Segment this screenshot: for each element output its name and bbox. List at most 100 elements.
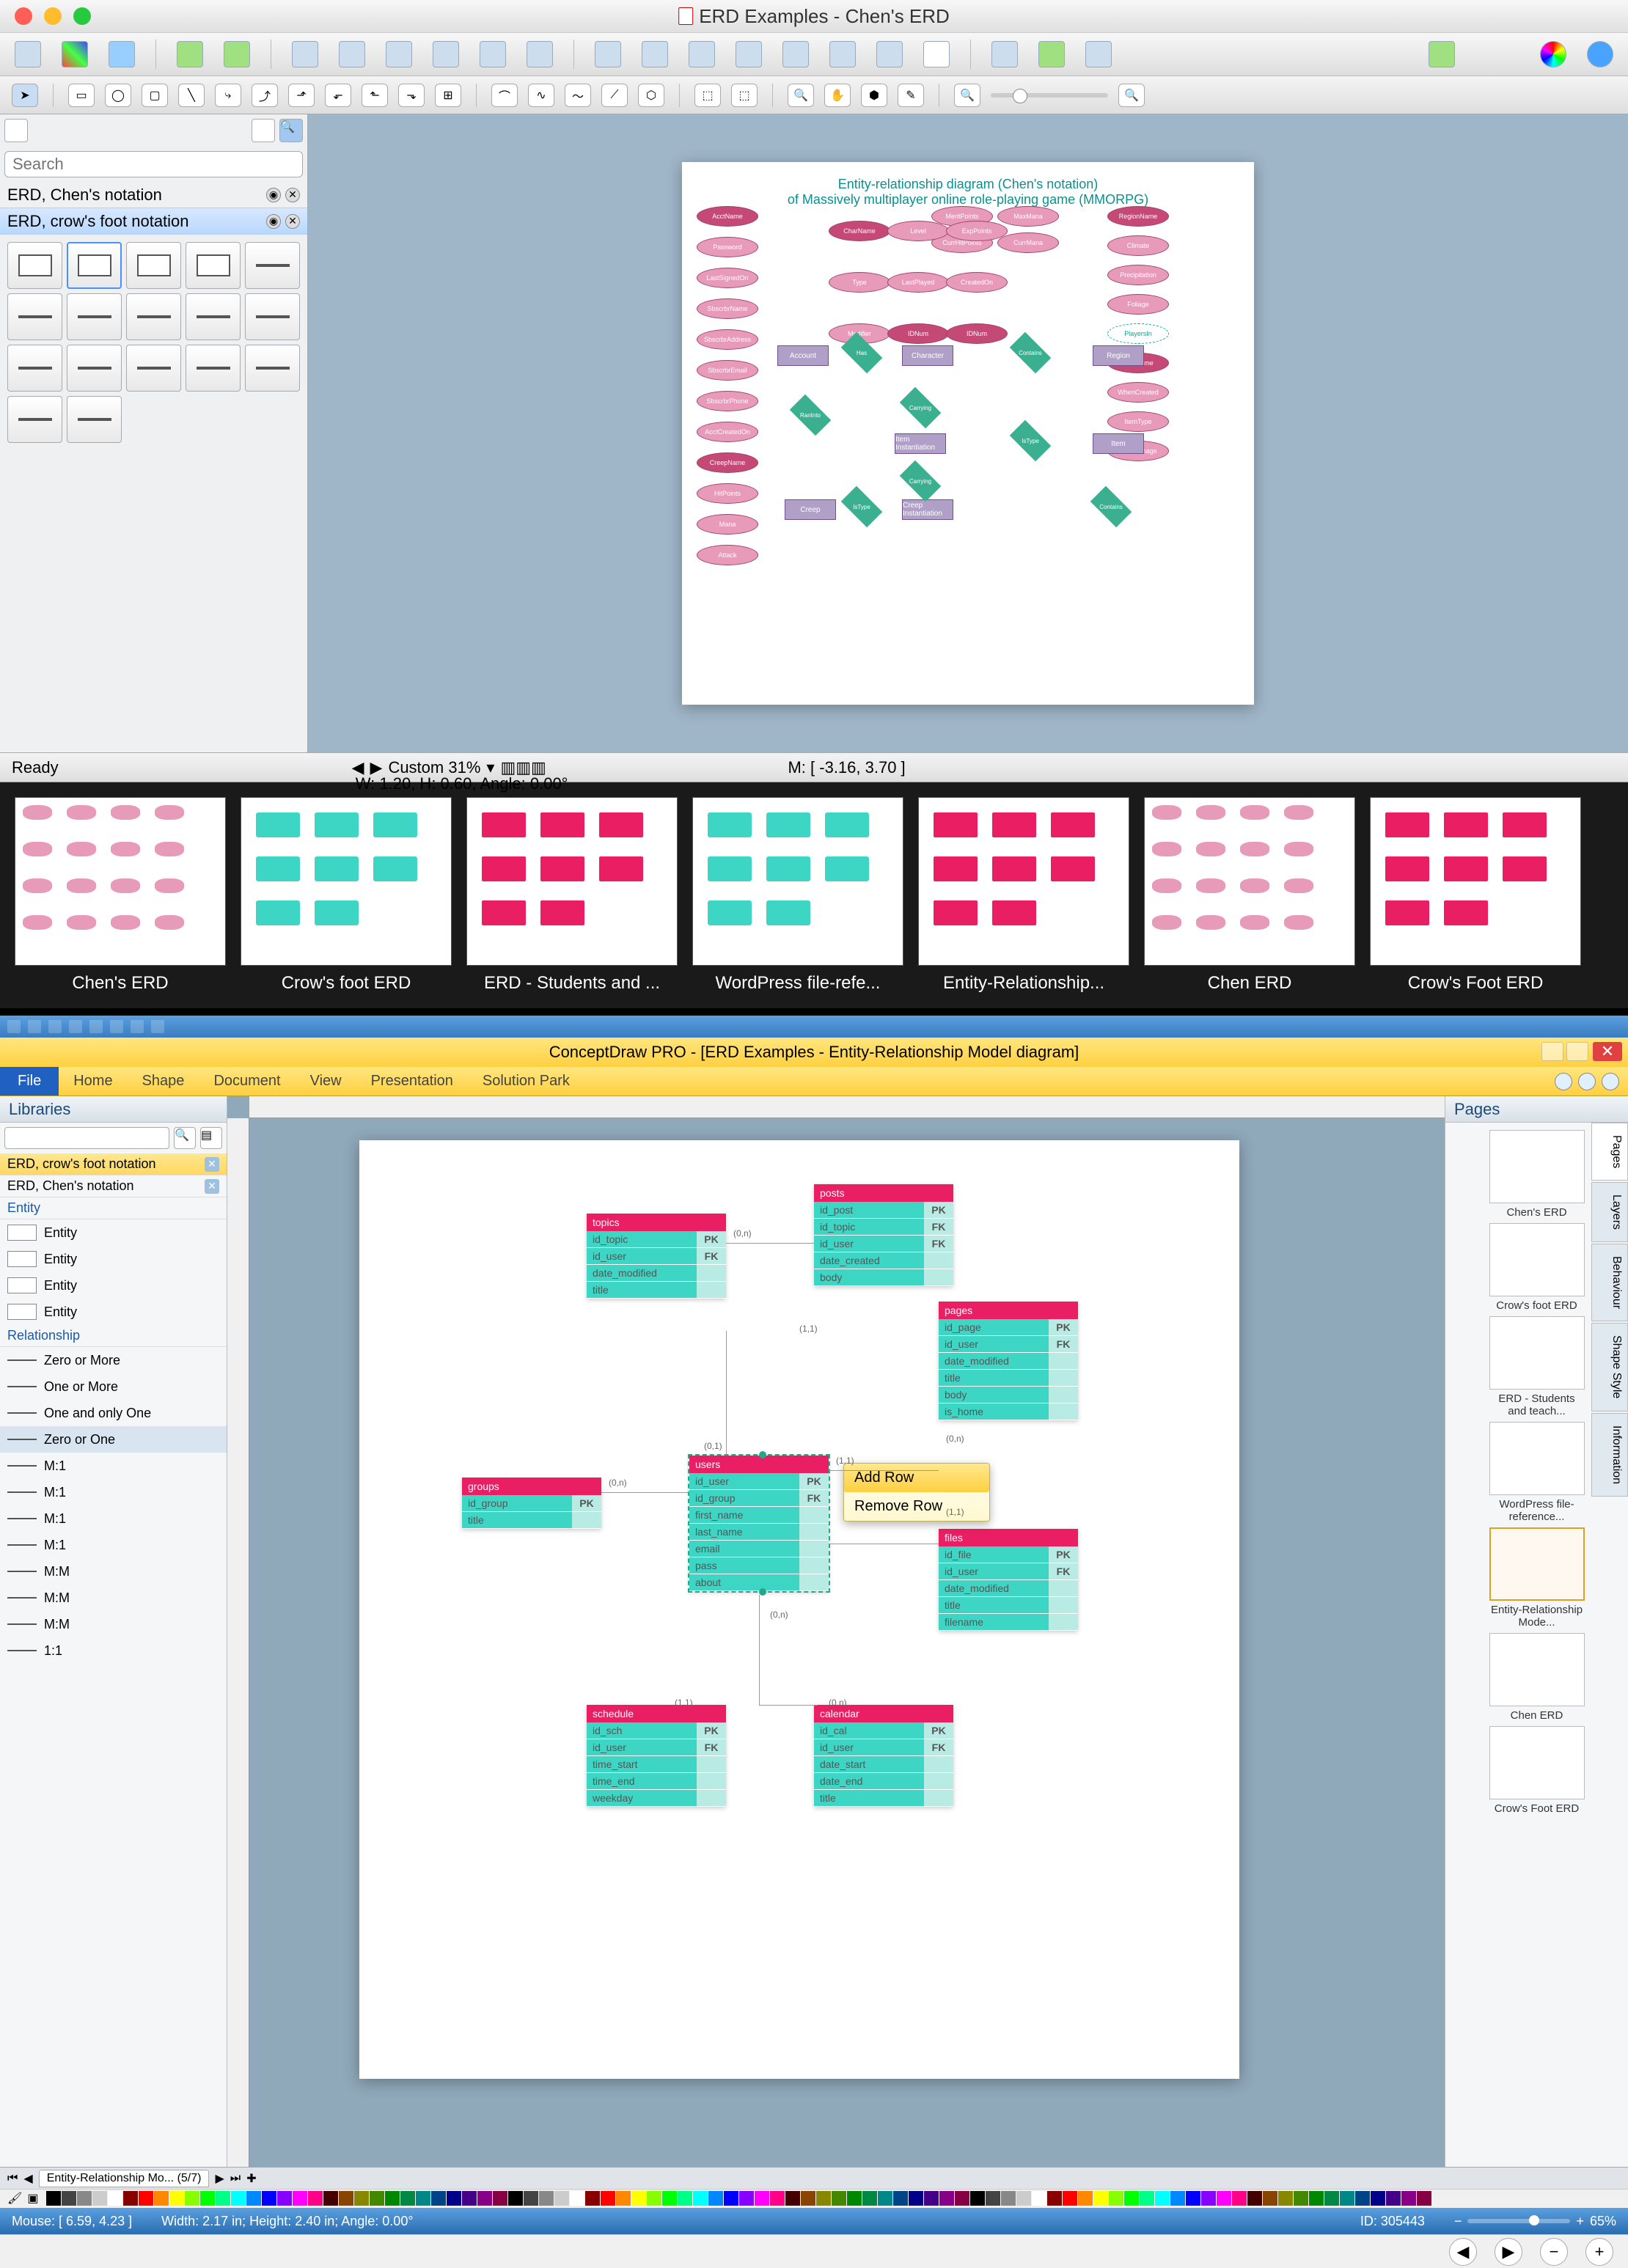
color-swatch[interactable] xyxy=(847,2191,862,2206)
save-icon[interactable] xyxy=(28,1020,41,1033)
color-swatch[interactable] xyxy=(785,2191,800,2206)
vertical-tab[interactable]: Pages xyxy=(1591,1123,1628,1181)
align-icon[interactable] xyxy=(527,41,553,67)
close-button[interactable] xyxy=(15,7,32,25)
info-icon[interactable] xyxy=(1602,1073,1619,1090)
color-swatch[interactable] xyxy=(939,2191,954,2206)
color-swatch[interactable] xyxy=(1124,2191,1139,2206)
color-swatch[interactable] xyxy=(1155,2191,1170,2206)
erd-attribute[interactable]: LastSignedOn xyxy=(697,268,758,288)
page-thumbnail[interactable]: WordPress file-reference... xyxy=(1489,1422,1585,1523)
remove-button[interactable]: − xyxy=(1540,2238,1568,2266)
prev-button[interactable]: ◀ xyxy=(1449,2238,1477,2266)
color-swatch[interactable] xyxy=(755,2191,769,2206)
tab-add-icon[interactable]: ✚ xyxy=(246,2171,256,2186)
search-input[interactable] xyxy=(4,151,303,177)
color-swatch[interactable] xyxy=(354,2191,369,2206)
color-swatch[interactable] xyxy=(262,2191,276,2206)
stamp-tool[interactable]: ⬢ xyxy=(861,84,887,107)
color-swatch[interactable] xyxy=(139,2191,153,2206)
vertical-tab[interactable]: Shape Style xyxy=(1591,1323,1628,1411)
erd-attribute[interactable]: MaxMana xyxy=(997,206,1059,227)
color-swatch[interactable] xyxy=(601,2191,615,2206)
color-swatch[interactable] xyxy=(554,2191,569,2206)
color-swatch[interactable] xyxy=(1078,2191,1093,2206)
erd-attribute[interactable]: SbscrbrAddress xyxy=(697,329,758,350)
category-header[interactable]: Relationship xyxy=(0,1325,227,1347)
erd-attribute[interactable]: IDNum xyxy=(946,323,1008,344)
color-swatch[interactable] xyxy=(770,2191,785,2206)
erd-relationship[interactable]: RanInto xyxy=(790,394,832,436)
shape-item[interactable]: Entity xyxy=(0,1299,227,1325)
align-icon[interactable] xyxy=(386,41,412,67)
filter-icon[interactable]: ▤ xyxy=(200,1127,222,1149)
align-icon[interactable] xyxy=(292,41,318,67)
page-thumbnail[interactable]: Entity-Relationship Mode... xyxy=(1489,1527,1585,1629)
align-icon[interactable] xyxy=(339,41,365,67)
ribbon-tab[interactable]: View xyxy=(296,1067,356,1096)
erd-attribute[interactable]: SbscrbrEmail xyxy=(697,360,758,381)
shape-thumb[interactable] xyxy=(67,396,122,443)
tab-nav-first-icon[interactable]: ⏮ xyxy=(7,2172,18,2185)
color-swatch[interactable] xyxy=(462,2191,477,2206)
link-icon[interactable] xyxy=(1085,41,1112,67)
erd-table-files[interactable]: filesid_filePKid_userFKdate_modifiedtitl… xyxy=(939,1529,1078,1631)
color-swatch[interactable] xyxy=(955,2191,969,2206)
page-thumbnail[interactable]: Chen ERD xyxy=(1144,797,1355,994)
palette-icon[interactable] xyxy=(62,41,88,67)
shape-item[interactable]: Zero or More xyxy=(0,1347,227,1373)
close-icon[interactable]: ✕ xyxy=(285,188,300,202)
color-swatch[interactable] xyxy=(1401,2191,1416,2206)
color-swatch[interactable] xyxy=(1417,2191,1431,2206)
erd-entity[interactable]: Item xyxy=(1093,433,1144,454)
color-swatch[interactable] xyxy=(1371,2191,1385,2206)
print-icon[interactable] xyxy=(89,1020,103,1033)
color-swatch[interactable] xyxy=(154,2191,169,2206)
erd-attribute[interactable]: Precipitation xyxy=(1107,265,1169,285)
color-swatch[interactable] xyxy=(1001,2191,1016,2206)
shape-item[interactable]: M:M xyxy=(0,1611,227,1637)
erd-attribute[interactable]: Mana xyxy=(697,514,758,535)
color-swatch[interactable] xyxy=(801,2191,815,2206)
shape-thumb[interactable] xyxy=(126,242,181,289)
poly-tool[interactable]: ⬡ xyxy=(638,84,664,107)
color-swatch[interactable] xyxy=(477,2191,492,2206)
connect-icon[interactable] xyxy=(1038,41,1065,67)
shape-item[interactable]: M:M xyxy=(0,1558,227,1585)
arc-tool[interactable]: ⌒ xyxy=(491,84,518,107)
page-thumbnail[interactable]: ERD - Students and ... xyxy=(466,797,678,994)
erd-entity[interactable]: Account xyxy=(777,345,829,366)
zoom-out-icon[interactable]: − xyxy=(1454,2214,1462,2229)
color-swatch[interactable] xyxy=(832,2191,846,2206)
color-swatch[interactable] xyxy=(585,2191,600,2206)
close-icon[interactable]: ✕ xyxy=(285,214,300,229)
color-swatch[interactable] xyxy=(816,2191,831,2206)
color-swatch[interactable] xyxy=(277,2191,292,2206)
color-swatch[interactable] xyxy=(1309,2191,1324,2206)
color-swatch[interactable] xyxy=(631,2191,646,2206)
color-swatch[interactable] xyxy=(1109,2191,1123,2206)
color-swatch[interactable] xyxy=(986,2191,1000,2206)
color-swatch[interactable] xyxy=(77,2191,92,2206)
page-thumbnail[interactable]: Entity-Relationship... xyxy=(918,797,1129,994)
qat-icon[interactable] xyxy=(110,1020,123,1033)
color-swatch[interactable] xyxy=(1263,2191,1277,2206)
connector-tool[interactable]: ⤴ xyxy=(252,84,278,107)
color-swatch[interactable] xyxy=(708,2191,723,2206)
add-button[interactable]: + xyxy=(1585,2238,1613,2266)
shape-thumb[interactable] xyxy=(126,293,181,340)
page-thumbnail[interactable]: Chen's ERD xyxy=(15,797,226,994)
color-swatch[interactable] xyxy=(231,2191,246,2206)
distribute-icon[interactable] xyxy=(689,41,715,67)
shape-item[interactable]: M:1 xyxy=(0,1479,227,1505)
erd-relationship[interactable]: IsType xyxy=(841,486,883,528)
erd-attribute[interactable]: SbscrbrName xyxy=(697,298,758,319)
connector-tool[interactable]: ⤷ xyxy=(215,84,241,107)
shape-thumb[interactable] xyxy=(126,345,181,392)
color-swatch[interactable] xyxy=(678,2191,692,2206)
page-thumbnail[interactable]: Crow's foot ERD xyxy=(241,797,452,994)
erd-attribute[interactable]: Attack xyxy=(697,545,758,565)
page-tab[interactable]: Entity-Relationship Mo... (5/7) xyxy=(39,2170,210,2187)
color-swatch[interactable] xyxy=(539,2191,554,2206)
color-swatch[interactable] xyxy=(1016,2191,1031,2206)
